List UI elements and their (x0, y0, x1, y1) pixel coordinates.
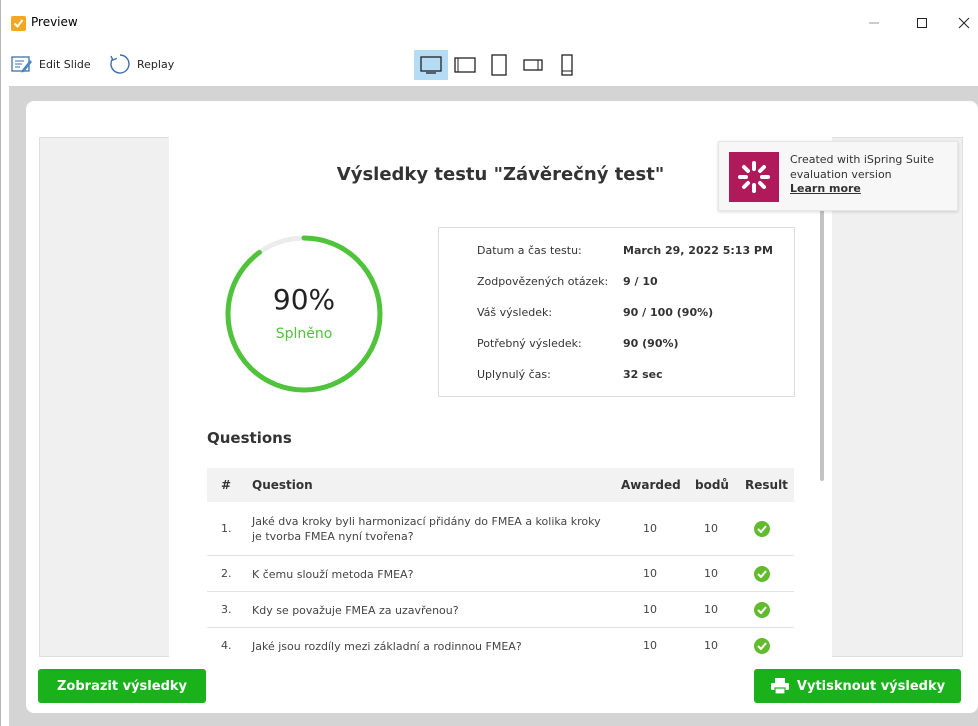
info-value: 9 / 10 (623, 275, 658, 288)
replay-button[interactable]: Replay (109, 46, 174, 82)
correct-check-icon (754, 602, 770, 618)
phone-landscape-view-button[interactable] (516, 50, 550, 80)
window-title: Preview (31, 15, 78, 29)
learn-more-link[interactable]: Learn more (790, 182, 861, 195)
row-awarded: 10 (643, 603, 657, 616)
desktop-icon (420, 56, 442, 74)
correct-check-icon (754, 521, 770, 537)
evaluation-notice-text: Created with iSpring Suite evaluation ve… (790, 152, 950, 182)
preview-stage: Výsledky testu "Závěrečný test" 90% Spln… (9, 86, 978, 726)
tablet-portrait-view-button[interactable] (482, 50, 516, 80)
header-points: bodů (695, 478, 729, 492)
ispring-logo-icon (729, 152, 779, 202)
row-number: 4. (221, 639, 232, 652)
info-value: March 29, 2022 5:13 PM (623, 244, 773, 257)
row-question: Kdy se považuje FMEA za uzavřenou? (252, 604, 459, 617)
maximize-button[interactable] (899, 7, 945, 39)
row-awarded: 10 (643, 567, 657, 580)
preview-window: Preview Edit Slide Replay Výsledky testu… (0, 0, 978, 726)
row-number: 2. (221, 567, 232, 580)
row-points: 10 (704, 639, 718, 652)
row-question: Jaké jsou rozdíly mezi základní a rodinn… (252, 640, 522, 653)
table-row: 4. Jaké jsou rozdíly mezi základní a rod… (207, 628, 794, 657)
info-value: 90 / 100 (90%) (623, 306, 714, 319)
close-button[interactable] (941, 7, 978, 39)
tablet-landscape-view-button[interactable] (448, 50, 482, 80)
tablet-landscape-icon (454, 57, 476, 73)
info-label: Váš výsledek: (477, 306, 553, 319)
ispring-evaluation-notice: Created with iSpring Suite evaluation ve… (718, 141, 958, 211)
table-row: 1. Jaké dva kroky byli harmonizací přidá… (207, 502, 794, 556)
replay-icon (110, 54, 130, 74)
row-number: 3. (221, 603, 232, 616)
edit-slide-icon (11, 56, 32, 73)
phone-landscape-icon (523, 59, 543, 71)
toolbar: Edit Slide Replay (1, 46, 978, 86)
pass-status: Splněno (275, 326, 333, 342)
row-points: 10 (704, 522, 718, 535)
row-question: K čemu slouží metoda FMEA? (252, 568, 414, 581)
table-row: 3. Kdy se považuje FMEA za uzavřenou? 10… (207, 592, 794, 628)
print-results-button[interactable]: Vytisknout výsledky (754, 669, 961, 703)
title-bar: Preview (1, 0, 978, 46)
header-awarded: Awarded (621, 478, 681, 492)
info-label: Uplynulý čas: (477, 368, 551, 381)
replay-label: Replay (137, 57, 175, 71)
info-value: 90 (90%) (623, 337, 679, 350)
row-number: 1. (221, 522, 232, 535)
results-slide: Výsledky testu "Závěrečný test" 90% Spln… (169, 137, 832, 657)
notice-line-1: Created with iSpring Suite (790, 153, 935, 166)
header-number: # (221, 478, 232, 492)
preview-app-icon (11, 16, 26, 31)
player-card: Výsledky testu "Závěrečný test" 90% Spln… (26, 101, 978, 713)
row-points: 10 (704, 603, 718, 616)
info-value: 32 sec (623, 368, 663, 381)
edit-slide-label: Edit Slide (39, 57, 91, 71)
notice-line-2: evaluation version (790, 168, 892, 181)
row-awarded: 10 (643, 639, 657, 652)
correct-check-icon (754, 566, 770, 582)
row-question: Jaké dva kroky byli harmonizací přidány … (252, 515, 601, 543)
table-header: # Question Awarded bodů Result (207, 468, 794, 502)
info-label: Zodpovězených otázek: (477, 275, 609, 288)
show-results-label: Zobrazit výsledky (57, 678, 187, 694)
tablet-portrait-icon (491, 54, 507, 76)
slide-scrollbar[interactable] (820, 209, 824, 481)
table-row: 2. K čemu slouží metoda FMEA? 10 10 (207, 556, 794, 592)
correct-check-icon (754, 638, 770, 654)
info-label: Potřebný výsledek: (477, 337, 582, 350)
score-percent: 90% (272, 283, 336, 316)
questions-heading: Questions (207, 429, 292, 447)
minimize-button[interactable] (851, 7, 897, 39)
header-question: Question (252, 478, 313, 492)
phone-portrait-icon (561, 54, 573, 76)
row-awarded: 10 (643, 522, 657, 535)
phone-portrait-view-button[interactable] (550, 50, 584, 80)
show-results-button[interactable]: Zobrazit výsledky (38, 669, 206, 703)
row-points: 10 (704, 567, 718, 580)
result-info-box: Datum a čas testu: March 29, 2022 5:13 P… (438, 227, 795, 397)
header-result: Result (745, 478, 788, 492)
printer-icon (770, 678, 789, 695)
print-results-label: Vytisknout výsledky (796, 678, 946, 694)
edit-slide-button[interactable]: Edit Slide (11, 46, 91, 82)
desktop-view-button[interactable] (414, 50, 448, 80)
info-label: Datum a čas testu: (477, 244, 582, 257)
